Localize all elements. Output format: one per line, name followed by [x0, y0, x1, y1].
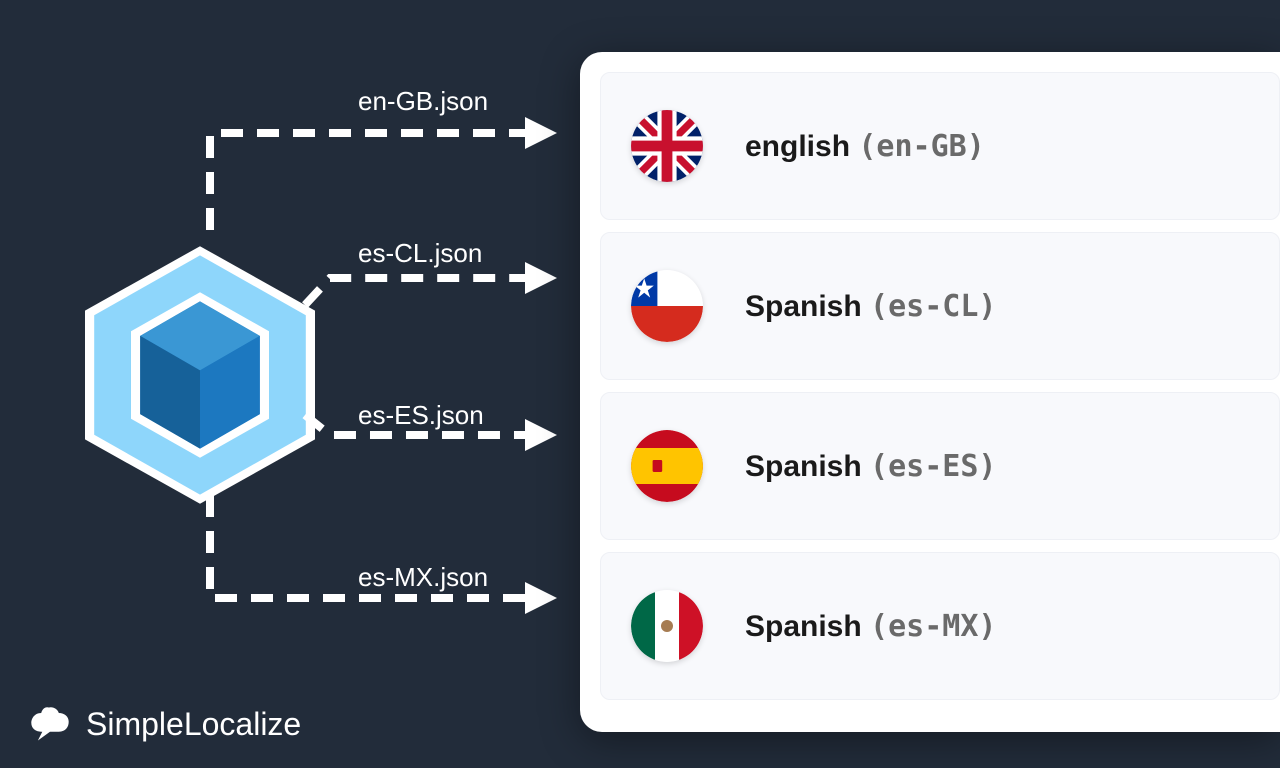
flag-mx-icon: [631, 590, 703, 662]
locale-label-eses: Spanish (es-ES): [745, 449, 996, 484]
locale-label-escl: Spanish (es-CL): [745, 289, 996, 324]
locale-panel: english (en-GB) Spanish (es-CL): [580, 52, 1280, 732]
locale-label-esmx: Spanish (es-MX): [745, 609, 996, 644]
locale-row-esmx: Spanish (es-MX): [600, 552, 1280, 700]
flag-cl-icon: [631, 270, 703, 342]
brand-logo: SimpleLocalize: [28, 702, 301, 746]
locale-row-escl: Spanish (es-CL): [600, 232, 1280, 380]
locale-label-engb: english (en-GB): [745, 129, 985, 164]
arrow-escl: [300, 260, 565, 310]
speech-cloud-icon: [28, 702, 72, 746]
flag-gb-icon: [631, 110, 703, 182]
flag-es-icon: [631, 430, 703, 502]
webpack-cube-icon: [85, 245, 315, 510]
arrow-engb: [195, 115, 565, 235]
locale-row-eses: Spanish (es-ES): [600, 392, 1280, 540]
arrow-esmx: [195, 490, 565, 620]
arrow-eses: [300, 410, 565, 460]
locale-row-engb: english (en-GB): [600, 72, 1280, 220]
brand-text: SimpleLocalize: [86, 706, 301, 743]
file-label-engb: en-GB.json: [358, 86, 488, 117]
